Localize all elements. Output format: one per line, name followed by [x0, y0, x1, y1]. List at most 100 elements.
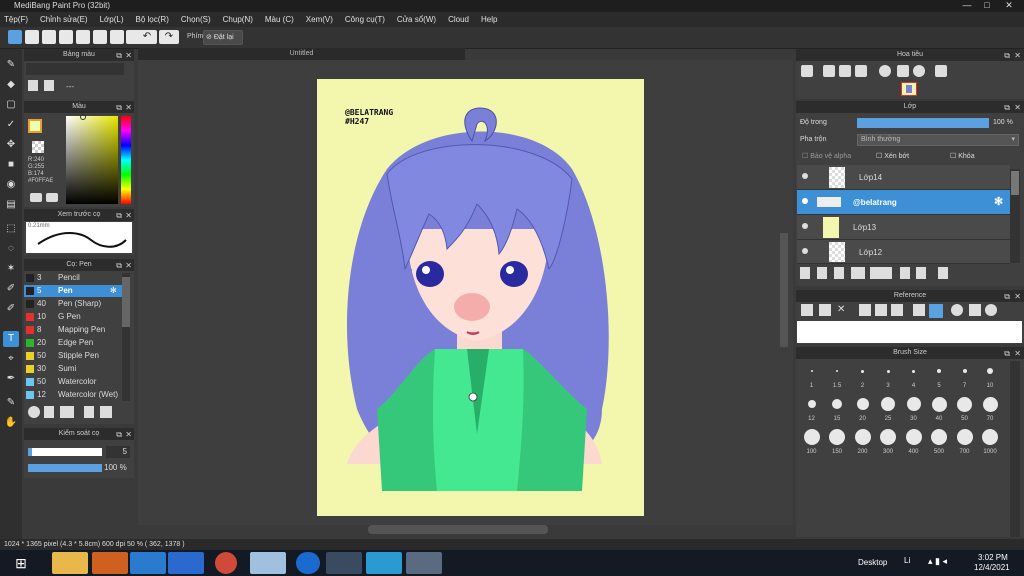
menu-view[interactable]: Xem(V) [306, 15, 333, 24]
brush-size-option[interactable]: 12 [799, 394, 824, 425]
hand-icon[interactable] [929, 304, 943, 318]
open-image-icon[interactable] [801, 304, 813, 316]
reset-view-icon[interactable] [897, 65, 909, 77]
brush-size-option[interactable]: 1000 [978, 427, 1003, 458]
brush-size-option[interactable]: 70 [978, 394, 1003, 425]
hand-tool-icon[interactable]: ✋ [3, 415, 19, 431]
close-icon[interactable]: ✕ [1014, 50, 1021, 62]
reset-icon[interactable] [969, 304, 981, 316]
lock-checkbox[interactable]: ☐ Khóa [950, 152, 975, 160]
drawing-paper[interactable]: @BELATRANG #H247 [317, 79, 644, 516]
close-icon[interactable]: ✕ [125, 102, 132, 114]
float-icon[interactable]: ⧉ [116, 210, 122, 222]
operation-tool-icon[interactable]: ⌖ [3, 351, 19, 367]
add-color-icon[interactable] [28, 80, 38, 91]
media-player-icon[interactable] [92, 552, 128, 574]
brush-tool-icon[interactable]: ✎ [3, 57, 19, 73]
close-button[interactable]: ✕ [1000, 0, 1018, 12]
maximize-button[interactable]: □ [978, 0, 996, 12]
close-icon[interactable]: ✕ [1014, 291, 1021, 303]
skype-icon[interactable] [366, 552, 402, 574]
brush-size-option[interactable]: 10 [978, 361, 1003, 392]
desktop-label[interactable]: Desktop [858, 558, 887, 567]
palette-select[interactable] [26, 63, 124, 75]
eyedropper-icon[interactable] [913, 304, 925, 316]
scroll-thumb[interactable] [122, 277, 130, 327]
menu-select[interactable]: Chọn(S) [181, 15, 211, 24]
select-eraser-icon[interactable]: ✐ [3, 301, 19, 317]
bucket-tool-icon[interactable]: ◉ [3, 177, 19, 193]
new-document-icon[interactable] [59, 30, 73, 44]
float-icon[interactable]: ⧉ [1004, 291, 1010, 303]
rotate-left-icon[interactable] [951, 304, 963, 316]
float-icon[interactable]: ⧉ [1004, 102, 1010, 114]
tray-icons[interactable]: ▴ ▮ ◂ [928, 556, 947, 567]
lasso-tool-icon[interactable]: ◌ [3, 241, 19, 257]
close-icon[interactable]: ✕ [125, 260, 132, 272]
chrome-active-icon[interactable] [326, 552, 362, 574]
fit-icon[interactable] [875, 304, 887, 316]
float-icon[interactable]: ⧉ [116, 50, 122, 62]
flip-icon[interactable] [935, 65, 947, 77]
zalo-icon[interactable] [296, 552, 320, 574]
folder-icon[interactable] [880, 267, 892, 279]
blend-mode-select[interactable]: Bình thường ▾ [857, 134, 1019, 146]
brush-size-option[interactable]: 100 [799, 427, 824, 458]
new-layer-icon[interactable] [800, 267, 810, 279]
layer-row[interactable]: Lớp13 [797, 215, 1010, 240]
brush-size-option[interactable]: 200 [850, 427, 875, 458]
brush-item[interactable]: 50 Stipple Pen [24, 350, 122, 362]
move-tool-icon[interactable]: ✥ [3, 137, 19, 153]
brush-size-option[interactable]: 700 [952, 427, 977, 458]
text-tool-icon[interactable]: T [3, 331, 19, 347]
layer-opacity-slider[interactable] [857, 118, 989, 128]
pen-tool-icon[interactable]: ✎ [3, 395, 19, 411]
brush-item[interactable]: 10 G Pen [24, 311, 122, 323]
chrome-icon[interactable] [215, 552, 237, 574]
float-icon[interactable]: ⧉ [1004, 50, 1010, 62]
add-brush-icon[interactable] [60, 406, 74, 418]
brush-size-option[interactable]: 5 [927, 361, 952, 392]
brush-size-option[interactable]: 50 [952, 394, 977, 425]
brush-size-option[interactable]: 400 [901, 427, 926, 458]
internet-explorer-icon[interactable] [130, 552, 166, 574]
gradient-tool-icon[interactable]: ▤ [3, 197, 19, 213]
brush-list-icon[interactable] [84, 406, 94, 418]
magic-wand-icon[interactable]: ✶ [3, 261, 19, 277]
medibang-icon[interactable] [406, 552, 442, 574]
add-layer-menu-icon[interactable] [851, 267, 865, 279]
delete-color-icon[interactable] [44, 80, 54, 91]
folder-icon[interactable] [25, 30, 39, 44]
navigator-thumbnail[interactable] [901, 82, 917, 96]
menu-edit[interactable]: Chỉnh sửa(E) [40, 15, 88, 24]
language-indicator[interactable]: Li [904, 556, 910, 565]
float-icon[interactable]: ⧉ [1004, 348, 1010, 360]
paint-icon[interactable] [250, 552, 286, 574]
page-icon[interactable] [93, 30, 107, 44]
brush-folder-icon[interactable] [100, 406, 112, 418]
select-pen-icon[interactable]: ✐ [3, 281, 19, 297]
close-icon[interactable]: ✕ [1014, 348, 1021, 360]
gear-icon[interactable]: ✻ [110, 285, 117, 297]
minimize-button[interactable]: — [958, 0, 976, 12]
eyedropper-icon[interactable] [46, 193, 58, 202]
menu-cloud[interactable]: Cloud [448, 15, 469, 24]
layer-row-selected[interactable]: @belatrang ✻ [797, 190, 1010, 215]
rotate-left-icon[interactable] [879, 65, 891, 77]
picker-cursor[interactable] [80, 114, 86, 120]
zoom-out-icon[interactable] [855, 65, 867, 77]
float-icon[interactable]: ⧉ [116, 260, 122, 272]
layer-scrollbar[interactable] [1010, 169, 1020, 263]
brush-item[interactable]: 50 Watercolor [24, 376, 122, 388]
brush-size-option[interactable]: 40 [927, 394, 952, 425]
visibility-icon[interactable] [802, 198, 808, 204]
close-icon[interactable]: ✕ [837, 304, 849, 316]
menu-layer[interactable]: Lớp(L) [100, 15, 124, 24]
brush-item[interactable]: 8 Mapping Pen [24, 324, 122, 336]
close-icon[interactable]: ✕ [125, 210, 132, 222]
protect-alpha-checkbox[interactable]: ☐ Bảo vệ alpha [802, 152, 851, 160]
menu-file[interactable]: Tệp(F) [4, 15, 28, 24]
zoom-out-icon[interactable] [891, 304, 903, 316]
layer-row[interactable]: Lớp12 [797, 240, 1010, 264]
hue-slider[interactable] [121, 116, 131, 204]
